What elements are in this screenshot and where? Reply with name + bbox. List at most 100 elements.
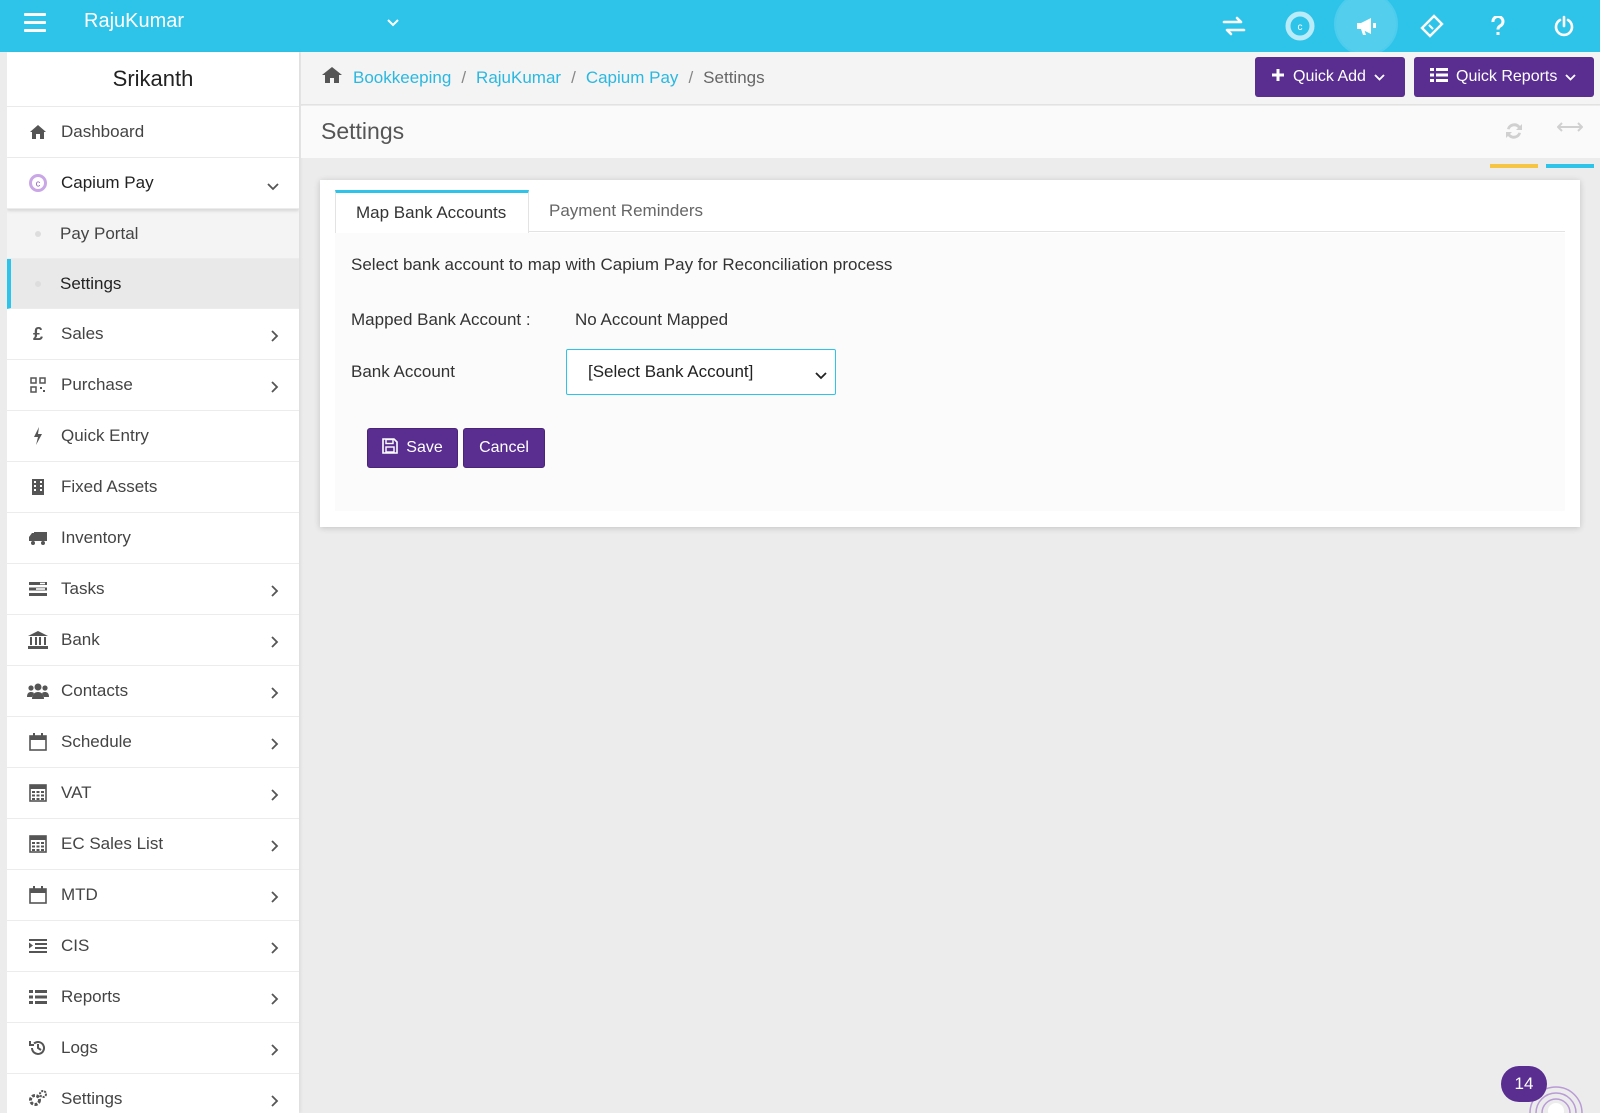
sidebar-item-label: MTD bbox=[61, 885, 98, 904]
page-title: Settings bbox=[321, 118, 405, 144]
chevron-right-icon bbox=[271, 735, 279, 755]
sidebar-item-schedule[interactable]: Schedule bbox=[7, 717, 299, 768]
sidebar-item-vat[interactable]: VAT bbox=[7, 768, 299, 819]
plus-icon bbox=[1271, 68, 1285, 87]
chevron-down-icon bbox=[1565, 68, 1577, 86]
chevron-right-icon bbox=[271, 684, 279, 704]
breadcrumb-bar: Bookkeeping / RajuKumar / Capium Pay / S… bbox=[301, 52, 1600, 105]
sidebar-item-label: Tasks bbox=[61, 579, 105, 598]
exchange-icon[interactable] bbox=[1206, 0, 1262, 52]
breadcrumb-bookkeeping[interactable]: Bookkeeping bbox=[353, 68, 451, 88]
help-icon[interactable] bbox=[1470, 0, 1526, 52]
sidebar-item-label: Sales bbox=[61, 324, 104, 343]
sidebar-item-sales[interactable]: £ Sales bbox=[7, 309, 299, 360]
chevron-down-icon bbox=[1374, 68, 1385, 86]
chevron-right-icon bbox=[271, 633, 279, 653]
notification-counter-badge[interactable]: 14 bbox=[1501, 1066, 1547, 1102]
description-text: Select bank account to map with Capium P… bbox=[351, 255, 893, 274]
expand-width-button[interactable] bbox=[1546, 116, 1594, 168]
sidebar-item-label: Dashboard bbox=[61, 122, 145, 141]
chevron-right-icon bbox=[271, 888, 279, 908]
chevron-right-icon bbox=[271, 1041, 279, 1061]
sidebar-item-mtd[interactable]: MTD bbox=[7, 870, 299, 921]
bullet-icon bbox=[35, 281, 41, 287]
qrcode-icon bbox=[27, 375, 49, 395]
sidebar-item-fixed-assets[interactable]: Fixed Assets bbox=[7, 462, 299, 513]
hamburger-menu-icon[interactable] bbox=[24, 13, 46, 32]
save-label: Save bbox=[406, 439, 443, 456]
capium-logo-icon[interactable]: c bbox=[1272, 0, 1328, 52]
sidebar-item-capium-pay[interactable]: c Capium Pay bbox=[7, 158, 299, 209]
chevron-right-icon bbox=[271, 786, 279, 806]
floppy-disk-icon bbox=[382, 437, 399, 459]
top-navbar: RajuKumar c bbox=[0, 0, 1600, 54]
cancel-button[interactable]: Cancel bbox=[463, 428, 545, 468]
bank-account-label: Bank Account bbox=[351, 362, 455, 381]
sidebar-item-quick-entry[interactable]: Quick Entry bbox=[7, 411, 299, 462]
megaphone-icon[interactable] bbox=[1336, 0, 1396, 54]
tasks-icon bbox=[27, 579, 49, 599]
calendar-icon bbox=[27, 732, 49, 752]
sidebar-item-label: Quick Entry bbox=[61, 426, 149, 445]
chevron-down-icon[interactable] bbox=[387, 14, 399, 30]
sidebar-subitem-pay-portal[interactable]: Pay Portal bbox=[7, 209, 299, 259]
sidebar-item-label: Capium Pay bbox=[61, 173, 154, 192]
sidebar-subitem-settings[interactable]: Settings bbox=[7, 259, 299, 309]
chevron-right-icon bbox=[271, 378, 279, 398]
sidebar-item-bank[interactable]: Bank bbox=[7, 615, 299, 666]
breadcrumb-current: Settings bbox=[703, 67, 765, 87]
tab-map-bank-accounts[interactable]: Map Bank Accounts bbox=[335, 190, 529, 233]
bank-account-select[interactable]: [Select Bank Account] bbox=[566, 349, 836, 395]
chevron-right-icon bbox=[271, 1092, 279, 1112]
sidebar-item-label: Bank bbox=[61, 630, 100, 649]
truck-icon bbox=[27, 528, 49, 548]
client-name[interactable]: RajuKumar bbox=[84, 10, 184, 33]
sidebar-item-purchase[interactable]: Purchase bbox=[7, 360, 299, 411]
indent-icon bbox=[27, 936, 49, 956]
tab-bar: Map Bank Accounts Payment Reminders bbox=[335, 190, 1565, 233]
users-icon bbox=[27, 681, 49, 701]
cogs-icon bbox=[27, 1089, 49, 1109]
sidebar-item-cis[interactable]: CIS bbox=[7, 921, 299, 972]
breadcrumb-rajukumar[interactable]: RajuKumar bbox=[476, 68, 561, 88]
sidebar-item-ec-sales-list[interactable]: EC Sales List bbox=[7, 819, 299, 870]
sidebar-item-dashboard[interactable]: Dashboard bbox=[7, 107, 299, 158]
tab-payment-reminders[interactable]: Payment Reminders bbox=[529, 190, 723, 232]
sidebar-item-inventory[interactable]: Inventory bbox=[7, 513, 299, 564]
home-icon bbox=[27, 122, 49, 142]
sidebar-item-logs[interactable]: Logs bbox=[7, 1023, 299, 1074]
bullet-icon bbox=[35, 231, 41, 237]
ticket-icon[interactable] bbox=[1404, 0, 1460, 52]
bolt-icon bbox=[27, 426, 49, 446]
chevron-down-icon bbox=[815, 365, 827, 385]
sidebar-user-name: Srikanth bbox=[7, 52, 299, 107]
svg-text:c: c bbox=[1298, 22, 1303, 33]
history-icon bbox=[27, 1038, 49, 1058]
refresh-icon bbox=[1503, 120, 1525, 168]
capium-icon: c bbox=[27, 173, 49, 193]
sidebar-item-tasks[interactable]: Tasks bbox=[7, 564, 299, 615]
sidebar-item-label: EC Sales List bbox=[61, 834, 164, 853]
sidebar-item-settings[interactable]: Settings bbox=[7, 1074, 299, 1113]
power-icon[interactable] bbox=[1536, 0, 1592, 52]
sidebar-item-contacts[interactable]: Contacts bbox=[7, 666, 299, 717]
quick-add-button[interactable]: Quick Add bbox=[1255, 57, 1405, 97]
quick-reports-label: Quick Reports bbox=[1456, 68, 1558, 85]
quick-reports-button[interactable]: Quick Reports bbox=[1414, 57, 1594, 97]
tab-panel: Select bank account to map with Capium P… bbox=[335, 233, 1565, 511]
home-icon[interactable] bbox=[321, 66, 343, 89]
calculator-icon bbox=[27, 783, 49, 803]
quick-add-label: Quick Add bbox=[1293, 68, 1366, 85]
chevron-right-icon bbox=[271, 327, 279, 347]
save-button[interactable]: Save bbox=[367, 428, 458, 468]
sidebar-item-label: Contacts bbox=[61, 681, 129, 700]
list-icon bbox=[1430, 67, 1448, 87]
list-icon bbox=[27, 987, 49, 1007]
bank-icon bbox=[27, 630, 49, 650]
breadcrumb-capium-pay[interactable]: Capium Pay bbox=[586, 68, 679, 88]
sidebar-item-reports[interactable]: Reports bbox=[7, 972, 299, 1023]
chevron-right-icon bbox=[271, 582, 279, 602]
cancel-label: Cancel bbox=[479, 439, 529, 456]
chevron-right-icon bbox=[271, 939, 279, 959]
refresh-button[interactable] bbox=[1490, 116, 1538, 168]
